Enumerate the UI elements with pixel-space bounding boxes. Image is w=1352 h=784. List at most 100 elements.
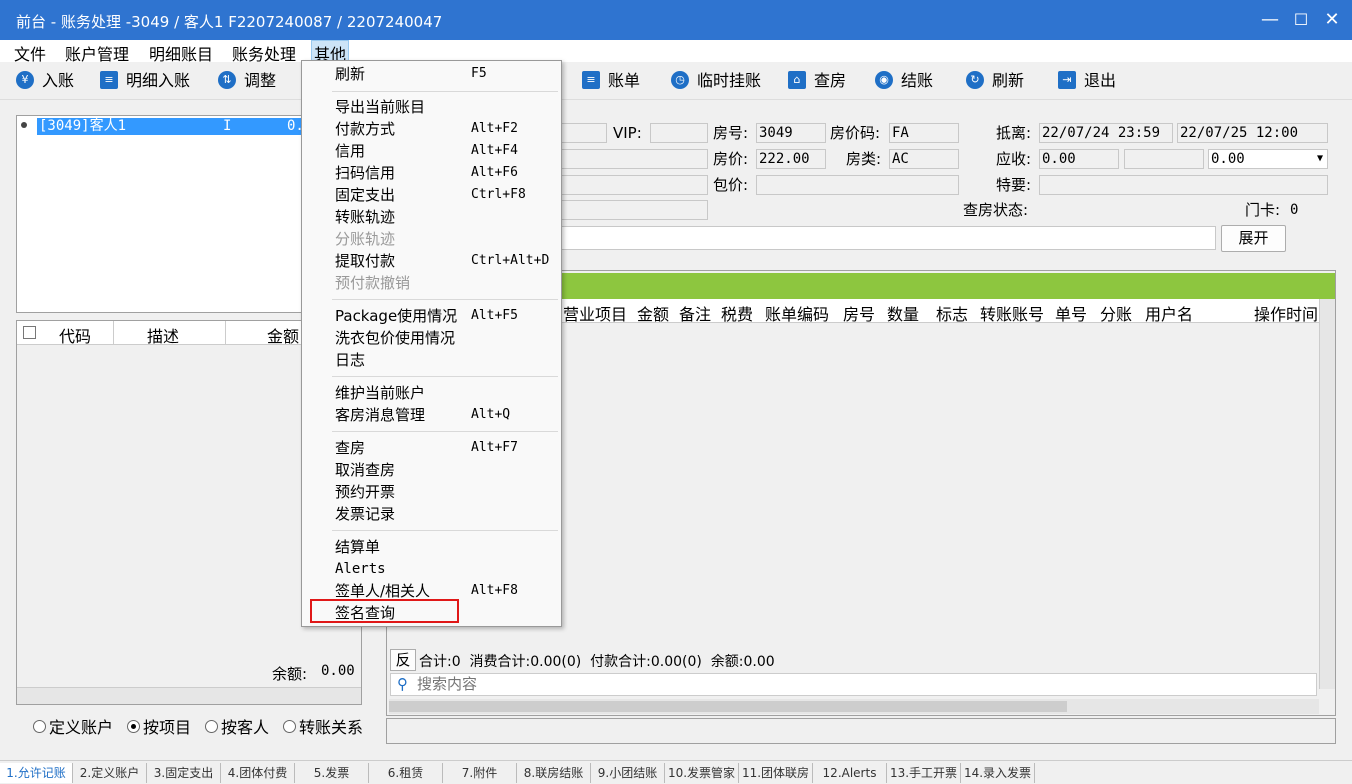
header-tax[interactable]: 税费	[721, 301, 753, 325]
status-tab-fixed-expense[interactable]: 3.固定支出	[147, 763, 221, 783]
detail-post-button[interactable]: ≡ 明细入账	[100, 70, 190, 92]
check-room-button[interactable]: ⌂ 查房	[788, 70, 846, 92]
status-tab-lease[interactable]: 6.租赁	[369, 763, 443, 783]
scroll-thumb[interactable]	[389, 701, 1067, 712]
adjust-button[interactable]: ⇅ 调整	[218, 70, 276, 92]
depart-field[interactable]: 22/07/25 12:00	[1177, 123, 1328, 143]
select-all-checkbox[interactable]	[23, 326, 36, 339]
minimize-icon[interactable]: —	[1258, 8, 1282, 32]
room-field[interactable]: 3049	[756, 123, 826, 143]
left-hscrollbar[interactable]	[17, 687, 361, 704]
menu-item-invoice-record[interactable]: 发票记录	[335, 503, 395, 525]
menu-item-refresh[interactable]: 刷新	[335, 63, 365, 85]
radio-by-guest[interactable]: 按客人	[205, 714, 269, 738]
menu-item-credit[interactable]: 信用	[335, 140, 365, 162]
package-field[interactable]	[756, 175, 959, 195]
field-row2[interactable]	[560, 149, 708, 169]
close-icon[interactable]: ✕	[1320, 8, 1344, 32]
maximize-icon[interactable]: ☐	[1289, 8, 1313, 32]
header-amount[interactable]: 金额	[267, 323, 299, 347]
status-tab-invoice[interactable]: 5.发票	[295, 763, 369, 783]
vip-field[interactable]	[650, 123, 708, 143]
rate-code-field[interactable]: FA	[889, 123, 959, 143]
search-input[interactable]	[417, 676, 1297, 693]
field-row4[interactable]	[560, 200, 708, 220]
header-user[interactable]: 用户名	[1145, 301, 1193, 325]
header-remark[interactable]: 备注	[679, 301, 711, 325]
status-tab-group-payment[interactable]: 4.团体付费	[221, 763, 295, 783]
receivable-field[interactable]: 0.00	[1039, 149, 1119, 169]
separator	[332, 299, 558, 300]
status-tab-invoice-manager[interactable]: 10.发票管家	[665, 763, 739, 783]
header-bill-code[interactable]: 账单编码	[765, 301, 829, 325]
field-row3[interactable]	[560, 175, 708, 195]
status-tab-defined-account[interactable]: 2.定义账户	[73, 763, 147, 783]
room-type-field[interactable]: AC	[889, 149, 959, 169]
remark-field[interactable]	[560, 226, 1216, 250]
menu-item-alerts[interactable]: Alerts	[335, 558, 386, 580]
header-split[interactable]: 分账	[1100, 301, 1132, 325]
expand-button[interactable]: 展开	[1221, 225, 1286, 252]
menu-item-scan-credit[interactable]: 扫码信用	[335, 162, 395, 184]
menu-item-check-room[interactable]: 查房	[335, 437, 365, 459]
menu-item-transfer-trace[interactable]: 转账轨迹	[335, 206, 395, 228]
radio-transfer-relation[interactable]: 转账关系	[283, 714, 363, 738]
special-field[interactable]	[1039, 175, 1328, 195]
menu-item-package-usage[interactable]: Package使用情况	[335, 305, 457, 327]
post-charge-button[interactable]: ¥ 入账	[16, 70, 74, 92]
menu-item-cancel-check-room[interactable]: 取消查房	[335, 459, 395, 481]
menu-item-settlement[interactable]: 结算单	[335, 536, 380, 558]
receivable-field-2[interactable]	[1124, 149, 1204, 169]
menu-item-maintain-account[interactable]: 维护当前账户	[335, 382, 425, 404]
status-tab-attachment[interactable]: 7.附件	[443, 763, 517, 783]
status-tab-manual-invoice[interactable]: 13.手工开票	[887, 763, 961, 783]
header-amount[interactable]: 金额	[637, 301, 669, 325]
refresh-button[interactable]: ↻ 刷新	[966, 70, 1024, 92]
name-field[interactable]	[560, 123, 607, 143]
checkout-button[interactable]: ◉ 结账	[875, 70, 933, 92]
status-tab-enter-invoice[interactable]: 14.录入发票	[961, 763, 1035, 783]
summary-totals: 合计:0 消费合计:0.00(0) 付款合计:0.00(0) 余额:0.00	[419, 654, 775, 670]
menu-item-room-message[interactable]: 客房消息管理	[335, 404, 425, 426]
exit-button[interactable]: ⇥ 退出	[1058, 70, 1116, 92]
menu-item-fixed-expense[interactable]: 固定支出	[335, 184, 395, 206]
header-description[interactable]: 描述	[147, 323, 179, 347]
shortcut: Alt+F7	[471, 440, 518, 455]
main-vscrollbar[interactable]	[1319, 299, 1335, 689]
row-bullet-icon	[21, 122, 27, 128]
header-business-item[interactable]: 营业项目	[563, 301, 627, 325]
menu-item-extract-payment[interactable]: 提取付款	[335, 250, 395, 272]
header-room[interactable]: 房号	[843, 301, 875, 325]
radio-defined-account[interactable]: 定义账户	[33, 714, 113, 738]
shortcut: Alt+Q	[471, 407, 511, 422]
search-box[interactable]: ⚲	[390, 673, 1317, 696]
bill-button[interactable]: ≡ 账单	[582, 70, 640, 92]
radio-indicator	[127, 720, 140, 733]
menu-item-payment-method[interactable]: 付款方式	[335, 118, 395, 140]
status-tab-group-link[interactable]: 11.团体联房	[739, 763, 813, 783]
menu-item-log[interactable]: 日志	[335, 349, 365, 371]
status-tab-alerts[interactable]: 12.Alerts	[813, 763, 887, 783]
menu-item-laundry-package[interactable]: 洗衣包价使用情况	[335, 327, 455, 349]
radio-by-item[interactable]: 按项目	[127, 714, 191, 738]
shortcut: Alt+F8	[471, 583, 518, 598]
header-transfer-account[interactable]: 转账账号	[980, 301, 1044, 325]
menu-item-reserve-invoice[interactable]: 预约开票	[335, 481, 395, 503]
header-ticket-no[interactable]: 单号	[1055, 301, 1087, 325]
main-hscrollbar[interactable]	[389, 699, 1319, 714]
header-op-time[interactable]: 操作时间	[1254, 301, 1318, 325]
receivable-select[interactable]: 0.00 ▼	[1208, 149, 1328, 169]
temp-charge-button[interactable]: ◷ 临时挂账	[671, 70, 761, 92]
header-code[interactable]: 代码	[59, 323, 91, 347]
reverse-button[interactable]: 反	[390, 649, 416, 671]
header-flag[interactable]: 标志	[936, 301, 968, 325]
header-quantity[interactable]: 数量	[887, 301, 919, 325]
status-tab-allow-posting[interactable]: 1.允许记账	[0, 763, 73, 783]
status-tab-linked-checkout[interactable]: 8.联房结账	[517, 763, 591, 783]
toolbar: ¥ 入账 ≡ 明细入账 ⇅ 调整 ≡ 账单 ◷ 临时挂账 ⌂ 查房 ◉ 结账 ↻ 刷新 ⇥ 退出	[0, 62, 1352, 100]
menu-item-export[interactable]: 导出当前账目	[335, 96, 425, 118]
status-tab-small-group-checkout[interactable]: 9.小团结账	[591, 763, 665, 783]
guest-row[interactable]: [3049]客人1 I 0.	[37, 118, 307, 135]
arrive-field[interactable]: 22/07/24 23:59	[1039, 123, 1173, 143]
price-field[interactable]: 222.00	[756, 149, 826, 169]
